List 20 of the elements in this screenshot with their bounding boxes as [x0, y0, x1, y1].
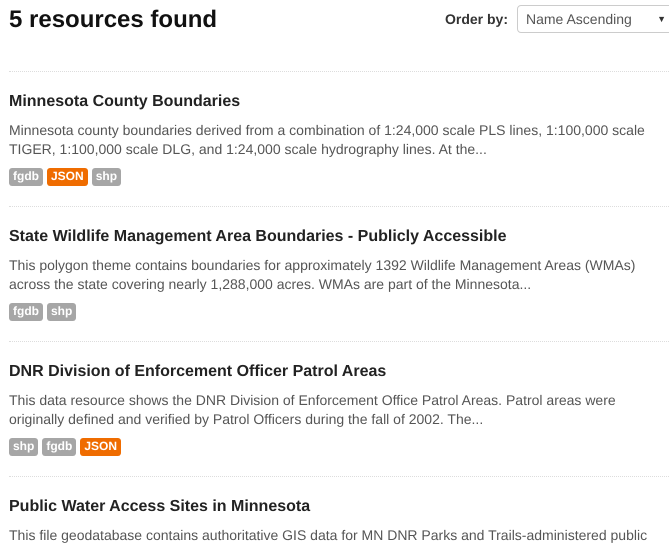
- format-tag[interactable]: JSON: [80, 438, 122, 456]
- resource-description: This data resource shows the DNR Division of Enforcement Office Patrol Areas. Patrol areas were originally defined and verified by Patrol Officers during the fall of 2002. The...: [9, 391, 617, 429]
- format-tag[interactable]: shp: [47, 303, 76, 321]
- resource-description: This file geodatabase contains authoritative GIS data for MN DNR Parks and Trails-administered public: [9, 526, 648, 545]
- format-tag[interactable]: fgdb: [9, 168, 43, 186]
- dropdown-arrow-icon: ▼: [657, 14, 666, 24]
- resource-title-link[interactable]: State Wildlife Management Area Boundaries - Publicly Accessible: [9, 227, 669, 247]
- resource-description: Minnesota county boundaries derived from a combination of 1:24,000 scale PLS lines, 1:100,000 scale TIGER, 1:100,000 scale DLG, and 1:24,000 scale hydrography lines. At the...: [9, 121, 646, 159]
- format-tag[interactable]: fgdb: [42, 438, 76, 456]
- order-select[interactable]: Name Ascending ▼: [517, 5, 669, 33]
- resource-title-link[interactable]: DNR Division of Enforcement Officer Patrol Areas: [9, 362, 669, 382]
- resource-description: This polygon theme contains boundaries for approximately 1392 Wildlife Management Areas (WMAs) across the state covering nearly 1,288,000 acres. WMAs are part of the Minnesota...: [9, 256, 636, 294]
- order-label: Order by:: [444, 11, 508, 27]
- resource-title-link[interactable]: Public Water Access Sites in Minnesota: [9, 497, 669, 517]
- format-tag[interactable]: shp: [92, 168, 122, 186]
- format-tag[interactable]: shp: [9, 438, 38, 456]
- resource-title-link[interactable]: Minnesota County Boundaries: [9, 92, 669, 112]
- format-tag[interactable]: JSON: [47, 168, 88, 186]
- format-tag[interactable]: fgdb: [9, 303, 43, 321]
- results-heading: 5 resources found: [9, 6, 218, 34]
